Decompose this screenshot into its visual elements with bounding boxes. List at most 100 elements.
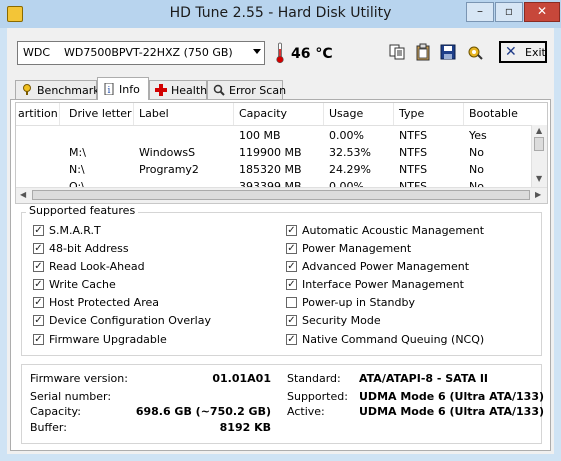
- column-divider[interactable]: [393, 103, 394, 125]
- feature-label: Automatic Acoustic Management: [302, 224, 485, 237]
- scroll-left-icon[interactable]: ◀: [20, 190, 26, 199]
- checkbox[interactable]: ✓: [33, 334, 44, 345]
- checkbox[interactable]: ✓: [33, 315, 44, 326]
- thermometer-icon: [276, 42, 284, 64]
- checkbox[interactable]: ✓: [286, 261, 297, 272]
- drive-select[interactable]: WDC WD7500BPVT-22HXZ (750 GB): [17, 41, 265, 65]
- supported-label: Supported:: [287, 390, 348, 403]
- buffer-value: 8192 KB: [219, 421, 271, 434]
- column-header[interactable]: Drive letter: [69, 107, 132, 120]
- column-divider[interactable]: [133, 103, 134, 125]
- cell-capacity: 185320 MB: [239, 163, 302, 176]
- table-row[interactable]: 100 MB 0.00% NTFS Yes: [16, 129, 536, 144]
- checkbox[interactable]: ✓: [33, 261, 44, 272]
- checkbox[interactable]: ✓: [286, 315, 297, 326]
- column-divider[interactable]: [59, 103, 60, 125]
- buffer-label: Buffer:: [30, 421, 67, 434]
- cell-usage: 0.00%: [329, 129, 364, 142]
- cell-drive-letter: M:\: [69, 146, 86, 159]
- tab-info[interactable]: i Info: [97, 77, 149, 100]
- cell-capacity: 100 MB: [239, 129, 281, 142]
- cell-label: Programy2: [139, 163, 199, 176]
- health-icon: [155, 84, 167, 96]
- checkbox[interactable]: ✓: [286, 225, 297, 236]
- firmware-label: Firmware version:: [30, 372, 128, 385]
- options-icon[interactable]: [466, 43, 484, 61]
- drive-info-group: Firmware version: 01.01A01 Serial number…: [21, 364, 544, 444]
- feature-label: Firmware Upgradable: [49, 333, 167, 346]
- exit-label: Exit: [525, 46, 546, 59]
- vertical-scrollbar[interactable]: ▲ ▼: [531, 125, 547, 187]
- feature-label: S.M.A.R.T: [49, 224, 101, 237]
- checkbox[interactable]: ✓: [286, 334, 297, 345]
- minimize-button[interactable]: –: [466, 2, 494, 22]
- feature-label: Security Mode: [302, 314, 381, 327]
- tab-benchmark[interactable]: Benchmark: [15, 80, 100, 99]
- cell-capacity: 119900 MB: [239, 146, 302, 159]
- checkbox[interactable]: ✓: [286, 243, 297, 254]
- cell-type: NTFS: [399, 129, 428, 142]
- checkbox[interactable]: ✓: [33, 279, 44, 290]
- cell-bootable: No: [469, 146, 484, 159]
- cell-type: NTFS: [399, 146, 428, 159]
- drive-select-value: WDC WD7500BPVT-22HXZ (750 GB): [23, 46, 233, 59]
- title-bar[interactable]: HD Tune 2.55 - Hard Disk Utility – ▫ ✕: [0, 0, 561, 28]
- feature-label: Host Protected Area: [49, 296, 159, 309]
- exit-icon: ✕: [505, 44, 517, 60]
- column-header[interactable]: Label: [139, 107, 169, 120]
- feature-label: Power Management: [302, 242, 412, 255]
- capacity-value: 698.6 GB (~750.2 GB): [135, 405, 271, 418]
- vertical-scroll-thumb[interactable]: [534, 137, 544, 151]
- partition-table[interactable]: artition Drive letter Label Capacity Usa…: [15, 102, 548, 204]
- scroll-up-icon[interactable]: ▲: [536, 126, 542, 135]
- column-header[interactable]: Usage: [329, 107, 363, 120]
- cell-usage: 32.53%: [329, 146, 371, 159]
- horizontal-scroll-thumb[interactable]: [32, 190, 530, 200]
- cell-drive-letter: N:\: [69, 163, 85, 176]
- exit-button[interactable]: ✕ Exit: [499, 41, 547, 63]
- temperature-readout: 46 °C: [291, 46, 333, 62]
- cell-usage: 24.29%: [329, 163, 371, 176]
- cell-bootable: No: [469, 163, 484, 176]
- group-title: Supported features: [26, 204, 139, 217]
- benchmark-icon: [23, 84, 31, 95]
- clipboard-icon[interactable]: [414, 43, 432, 61]
- checkbox[interactable]: [286, 297, 297, 308]
- tab-error-scan-label: Error Scan: [229, 84, 287, 97]
- scroll-right-icon[interactable]: ▶: [535, 190, 541, 199]
- checkbox[interactable]: ✓: [286, 279, 297, 290]
- column-divider[interactable]: [323, 103, 324, 125]
- table-row[interactable]: M:\ WindowsS 119900 MB 32.53% NTFS No: [16, 146, 536, 161]
- firmware-value: 01.01A01: [212, 372, 271, 385]
- table-row[interactable]: N:\ Programy2 185320 MB 24.29% NTFS No: [16, 163, 536, 178]
- column-divider[interactable]: [463, 103, 464, 125]
- chevron-down-icon[interactable]: [253, 49, 261, 54]
- checkbox[interactable]: ✓: [33, 297, 44, 308]
- cell-bootable: Yes: [469, 129, 487, 142]
- supported-value: UDMA Mode 6 (Ultra ATA/133): [359, 390, 544, 403]
- capacity-label: Capacity:: [30, 405, 81, 418]
- column-header[interactable]: Capacity: [239, 107, 287, 120]
- tab-error-scan[interactable]: Error Scan: [207, 80, 287, 99]
- feature-label: Interface Power Management: [302, 278, 464, 291]
- maximize-button[interactable]: ▫: [495, 2, 523, 22]
- save-icon[interactable]: [439, 43, 457, 61]
- close-button[interactable]: ✕: [524, 2, 560, 22]
- column-divider[interactable]: [233, 103, 234, 125]
- table-header: artition Drive letter Label Capacity Usa…: [16, 103, 547, 126]
- copy-icon[interactable]: [388, 43, 406, 61]
- column-header[interactable]: Bootable: [469, 107, 518, 120]
- checkbox[interactable]: ✓: [33, 243, 44, 254]
- checkbox[interactable]: ✓: [33, 225, 44, 236]
- tab-health[interactable]: Health: [149, 80, 207, 99]
- supported-features-group: Supported features ✓ S.M.A.R.T ✓ 48-bit Ad…: [21, 204, 542, 356]
- feature-label: Native Command Queuing (NCQ): [302, 333, 485, 346]
- scroll-down-icon[interactable]: ▼: [536, 174, 542, 183]
- error-scan-icon: [213, 84, 225, 96]
- column-header[interactable]: artition: [18, 107, 58, 120]
- feature-label: Read Look-Ahead: [49, 260, 145, 273]
- feature-label: Write Cache: [49, 278, 116, 291]
- app-window: HD Tune 2.55 - Hard Disk Utility – ▫ ✕ W…: [0, 0, 561, 461]
- horizontal-scrollbar[interactable]: ◀ ▶: [16, 187, 547, 203]
- column-header[interactable]: Type: [399, 107, 424, 120]
